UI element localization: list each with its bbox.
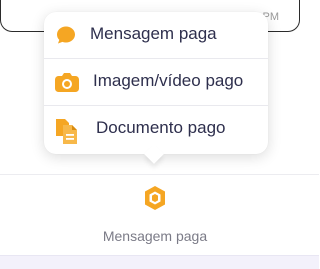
attach-menu: Mensagem paga Imagem/vídeo pago Document… (44, 12, 268, 154)
documents-icon (54, 117, 78, 144)
menu-item-label: Imagem/vídeo pago (93, 71, 244, 90)
menu-item-paid-message[interactable]: Mensagem paga (44, 12, 268, 58)
chat-bubble-icon (54, 23, 78, 47)
menu-item-label: Mensagem paga (90, 24, 217, 43)
footer-strip (0, 255, 319, 269)
camera-icon (54, 70, 79, 94)
paid-message-label: Mensagem paga (102, 228, 208, 244)
menu-item-label: Documento pago (96, 118, 226, 137)
menu-item-paid-document[interactable]: Documento pago (44, 106, 268, 152)
menu-item-paid-media[interactable]: Imagem/vídeo pago (44, 59, 268, 105)
stage: 09/02/2024 4:33 PM Mensagem paga Imagem/… (0, 0, 319, 269)
paid-message-button[interactable]: Mensagem paga (90, 175, 220, 256)
bottom-bar: Mensagem paga (0, 174, 319, 255)
hexagon-icon (143, 185, 167, 211)
